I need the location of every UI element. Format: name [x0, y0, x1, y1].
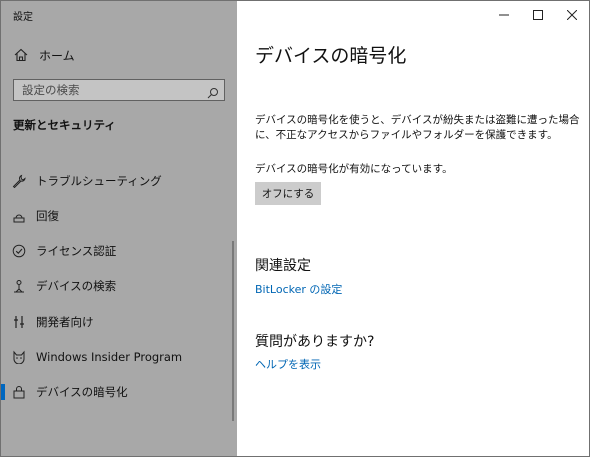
sidebar-scrollbar[interactable]	[232, 241, 234, 421]
get-help-link[interactable]: ヘルプを表示	[255, 356, 321, 372]
maximize-icon	[533, 10, 543, 20]
encryption-status: デバイスの暗号化が有効になっています。	[255, 163, 453, 175]
recovery-icon	[11, 208, 27, 224]
sidebar-home[interactable]: ホーム	[13, 45, 75, 65]
sidebar-item-label: トラブルシューティング	[36, 174, 162, 188]
minimize-button[interactable]	[487, 1, 521, 29]
sidebar: 設定 ホーム 更新とセキュリティ ・・・・・ トラブルシューティング	[1, 1, 237, 456]
sidebar-item-find-device[interactable]: デバイスの検索	[1, 269, 233, 303]
title-bar-controls	[449, 1, 589, 29]
bitlocker-settings-link[interactable]: BitLocker の設定	[255, 281, 342, 297]
close-icon	[567, 10, 577, 20]
questions-heading: 質問がありますか?	[255, 334, 375, 350]
maximize-button[interactable]	[521, 1, 555, 29]
search-icon[interactable]	[207, 84, 219, 99]
sidebar-item-troubleshoot[interactable]: トラブルシューティング	[1, 164, 233, 198]
related-settings-heading: 関連設定	[255, 258, 311, 274]
developer-icon	[11, 314, 27, 330]
sidebar-item-label: 開発者向け	[36, 315, 94, 329]
sidebar-item-label: デバイスの検索	[36, 279, 117, 293]
check-circle-icon	[11, 243, 27, 259]
close-button[interactable]	[555, 1, 589, 29]
content-pane: デバイスの暗号化 デバイスの暗号化を使うと、デバイスが紛失または盗難に遭った場合…	[237, 1, 589, 456]
turn-off-button[interactable]: オフにする	[255, 182, 321, 205]
sidebar-item-label: 回復	[36, 209, 59, 223]
settings-window: 設定 ホーム 更新とセキュリティ ・・・・・ トラブルシューティング	[0, 0, 590, 457]
search-box[interactable]	[13, 79, 225, 101]
sidebar-item-developer[interactable]: 開発者向け	[1, 305, 233, 339]
encryption-icon	[11, 384, 27, 400]
sidebar-item-label: デバイスの暗号化	[36, 385, 128, 399]
section-title: 更新とセキュリティ	[13, 118, 116, 132]
sidebar-home-label: ホーム	[39, 48, 75, 63]
page-title: デバイスの暗号化	[255, 45, 407, 67]
home-icon	[13, 47, 29, 63]
wrench-icon	[11, 173, 27, 189]
minimize-icon	[499, 14, 509, 16]
description-text: デバイスの暗号化を使うと、デバイスが紛失または盗難に遭った場合に、不正なアクセス…	[255, 114, 580, 141]
sidebar-item-encryption[interactable]: デバイスの暗号化	[1, 375, 233, 409]
sidebar-item-label: ライセンス認証	[36, 244, 117, 258]
cat-icon	[11, 349, 27, 365]
person-pin-icon	[11, 278, 27, 294]
sidebar-item-activation[interactable]: ライセンス認証	[1, 234, 233, 268]
sidebar-item-recovery[interactable]: 回復	[1, 199, 233, 233]
sidebar-item-insider[interactable]: Windows Insider Program	[1, 340, 233, 374]
sidebar-item-partial[interactable]: ・・・・・	[25, 143, 105, 151]
sidebar-item-label: Windows Insider Program	[36, 350, 183, 364]
search-input[interactable]	[14, 80, 202, 100]
app-title: 設定	[13, 12, 33, 23]
